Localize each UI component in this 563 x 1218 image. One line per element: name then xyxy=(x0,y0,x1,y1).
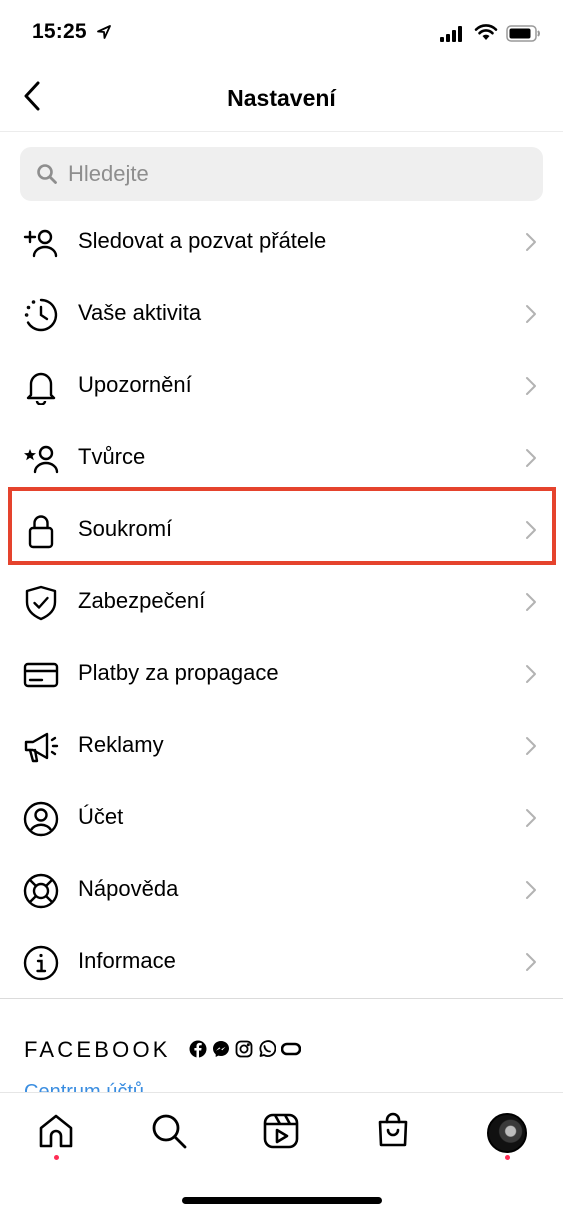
chevron-right-icon xyxy=(525,880,537,900)
search-icon xyxy=(36,163,58,185)
menu-item-creator[interactable]: Tvůrce xyxy=(0,422,563,494)
creator-star-icon xyxy=(22,440,60,478)
home-notification-dot xyxy=(54,1155,59,1160)
whatsapp-icon xyxy=(258,1040,276,1058)
search-input[interactable] xyxy=(68,161,488,187)
chevron-right-icon xyxy=(525,304,537,324)
tab-search[interactable] xyxy=(147,1111,191,1155)
chevron-right-icon xyxy=(525,952,537,972)
instagram-icon xyxy=(235,1040,253,1058)
chevron-right-icon xyxy=(525,592,537,612)
menu-item-label: Nápověda xyxy=(78,876,179,901)
chevron-right-icon xyxy=(525,664,537,684)
account-circle-icon xyxy=(22,800,60,838)
chevron-right-icon xyxy=(525,736,537,756)
menu-item-follow-invite[interactable]: Sledovat a pozvat přátele xyxy=(0,206,563,278)
cellular-signal-icon xyxy=(440,26,464,47)
oculus-icon xyxy=(281,1042,301,1056)
credit-card-icon xyxy=(22,656,60,694)
facebook-icon xyxy=(189,1040,207,1058)
shop-icon xyxy=(374,1112,412,1155)
profile-notification-dot xyxy=(505,1155,510,1160)
menu-item-label: Informace xyxy=(78,948,176,973)
chevron-right-icon xyxy=(525,520,537,540)
tab-profile[interactable] xyxy=(485,1111,529,1155)
chevron-right-icon xyxy=(525,808,537,828)
add-person-icon xyxy=(22,224,60,262)
menu-item-privacy[interactable]: Soukromí xyxy=(0,494,563,566)
lifebuoy-icon xyxy=(22,872,60,910)
lock-icon xyxy=(22,512,60,550)
activity-clock-icon xyxy=(22,296,60,334)
chevron-right-icon xyxy=(525,232,537,252)
facebook-brand: FACEBOOK xyxy=(24,1037,171,1062)
menu-item-label: Vaše aktivita xyxy=(78,300,202,325)
menu-item-label: Platby za propagace xyxy=(78,660,279,685)
location-arrow-icon xyxy=(96,24,112,40)
header: Nastavení xyxy=(0,64,563,132)
home-icon xyxy=(37,1112,75,1155)
menu-item-label: Účet xyxy=(78,804,124,829)
megaphone-icon xyxy=(22,728,60,766)
tab-reels[interactable] xyxy=(259,1111,303,1155)
menu-item-label: Tvůrce xyxy=(78,444,146,469)
menu-item-label: Sledovat a pozvat přátele xyxy=(78,228,327,253)
status-time: 15:25 xyxy=(32,20,87,43)
chevron-right-icon xyxy=(525,376,537,396)
menu-item-label: Zabezpečení xyxy=(78,588,206,613)
battery-icon xyxy=(506,25,542,47)
search-icon xyxy=(150,1112,188,1155)
home-indicator xyxy=(182,1197,382,1204)
menu-item-help[interactable]: Nápověda xyxy=(0,854,563,926)
menu-item-label: Upozornění xyxy=(78,372,192,397)
info-icon xyxy=(22,944,60,982)
menu-item-your-activity[interactable]: Vaše aktivita xyxy=(0,278,563,350)
menu-item-label: Soukromí xyxy=(78,516,173,541)
tab-shop[interactable] xyxy=(371,1111,415,1155)
menu-item-label: Reklamy xyxy=(78,732,164,757)
meta-apps-icons xyxy=(189,1040,301,1058)
shield-check-icon xyxy=(22,584,60,622)
menu-item-ads[interactable]: Reklamy xyxy=(0,710,563,782)
bell-icon xyxy=(22,368,60,406)
profile-avatar xyxy=(487,1113,527,1153)
menu-item-account[interactable]: Účet xyxy=(0,782,563,854)
wifi-icon xyxy=(474,23,498,46)
menu-item-about[interactable]: Informace xyxy=(0,926,563,998)
settings-menu: Sledovat a pozvat přátele Vaše aktivita xyxy=(0,206,563,998)
menu-item-notifications[interactable]: Upozornění xyxy=(0,350,563,422)
reels-icon xyxy=(262,1112,300,1155)
menu-item-security[interactable]: Zabezpečení xyxy=(0,566,563,638)
chevron-right-icon xyxy=(525,448,537,468)
search-bar[interactable] xyxy=(20,147,543,201)
accounts-center-link[interactable]: Centrum účtů xyxy=(24,1080,144,1092)
messenger-icon xyxy=(212,1040,230,1058)
status-bar: 15:25 xyxy=(0,0,563,64)
page-title: Nastavení xyxy=(227,85,336,111)
section-divider xyxy=(0,998,563,999)
tab-home[interactable] xyxy=(34,1111,78,1155)
menu-item-payments[interactable]: Platby za propagace xyxy=(0,638,563,710)
